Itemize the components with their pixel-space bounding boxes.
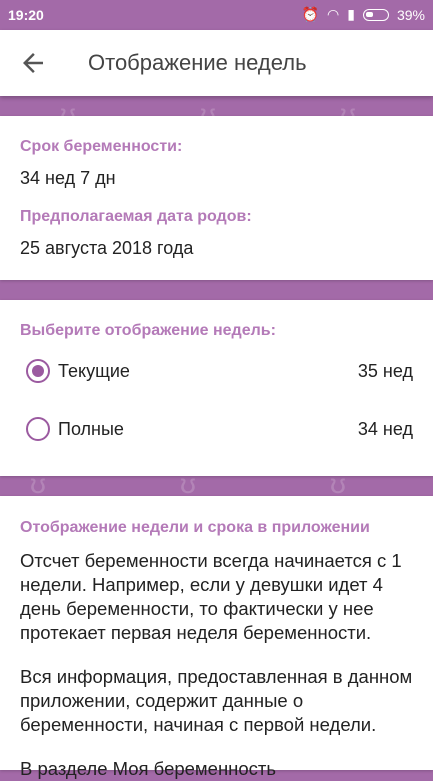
app-toolbar: Отображение недель bbox=[0, 30, 433, 96]
status-bar: 19:20 ⏰ ◠ ▮ 39% bbox=[0, 0, 433, 30]
pregnancy-summary-card: Срок беременности: 34 нед 7 дн Предполаг… bbox=[0, 116, 433, 280]
radio-full[interactable] bbox=[26, 417, 50, 441]
back-arrow-icon[interactable] bbox=[18, 48, 48, 78]
info-paragraph: Отсчет беременности всегда начинается с … bbox=[20, 550, 402, 643]
info-paragraph: Вся информация, предоставленная в данном… bbox=[20, 666, 413, 735]
option-full-value: 34 нед bbox=[357, 419, 413, 439]
option-current-label: Текущие bbox=[58, 361, 130, 381]
week-display-title: Выберите отображение недель: bbox=[20, 322, 276, 339]
battery-icon bbox=[362, 8, 389, 21]
info-card: Отображение недели и срока в приложении … bbox=[0, 496, 433, 779]
due-date-label: Предполагаемая дата родов: bbox=[20, 208, 252, 225]
info-title: Отображение недели и срока в приложении bbox=[20, 519, 370, 536]
signal-icon: ▮ bbox=[347, 6, 355, 22]
wifi-icon: ◠ bbox=[327, 6, 340, 22]
radio-current[interactable] bbox=[26, 359, 50, 383]
term-value: 34 нед 7 дн bbox=[20, 168, 116, 188]
option-full-label: Полные bbox=[58, 419, 124, 439]
page-title: Отображение недель bbox=[88, 50, 307, 75]
option-current-value: 35 нед bbox=[357, 361, 413, 381]
battery-level: 39% bbox=[396, 6, 425, 23]
status-time: 19:20 bbox=[8, 7, 44, 23]
term-label: Срок беременности: bbox=[20, 138, 183, 155]
info-paragraph: В разделе Моя беременность bbox=[20, 758, 277, 779]
alarm-icon: ⏰ bbox=[301, 6, 320, 22]
week-display-card: Выберите отображение недель: Текущие 35 … bbox=[0, 300, 433, 476]
status-icons: ⏰ ◠ ▮ 39% bbox=[302, 6, 425, 23]
due-date-value: 25 августа 2018 года bbox=[20, 238, 194, 258]
